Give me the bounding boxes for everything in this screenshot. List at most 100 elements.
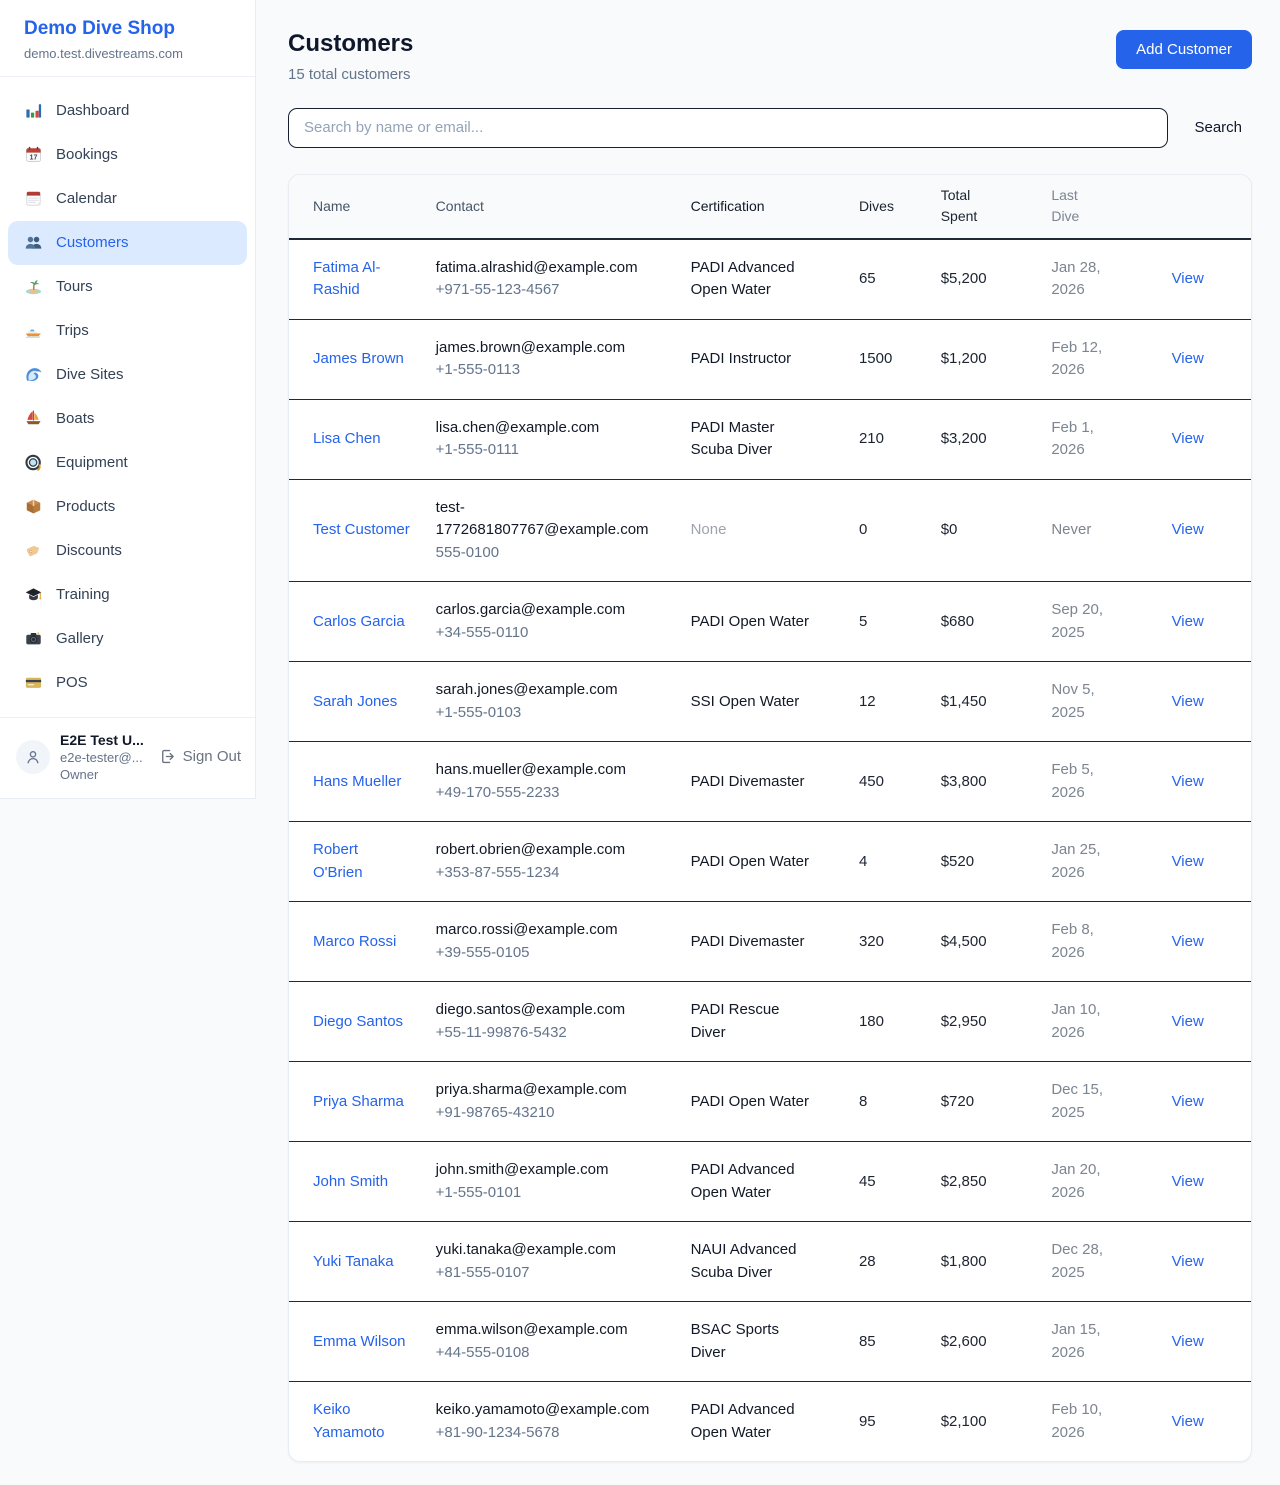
customer-total-spent: $3,800 [929,742,1040,822]
sidebar-item-products[interactable]: Products [8,485,247,529]
customer-last-dive: Feb 8, 2026 [1039,902,1159,982]
column-header-actions [1160,175,1251,239]
user-name: E2E Test U... [60,732,144,748]
sidebar-item-gallery[interactable]: Gallery [8,617,247,661]
customer-phone: +34-555-0110 [436,622,655,645]
sidebar-item-label: Dive Sites [56,366,124,383]
customer-email: diego.santos@example.com [436,999,655,1022]
sidebar-item-dashboard[interactable]: Dashboard [8,89,247,133]
column-header-name: Name [289,175,424,239]
customer-last-dive: Sep 20, 2025 [1039,582,1159,662]
sidebar-item-tours[interactable]: Tours [8,265,247,309]
customer-contact: james.brown@example.com+1-555-0113 [424,319,679,399]
view-customer-link[interactable]: View [1172,1333,1204,1350]
customer-certification: PADI Rescue Diver [679,982,847,1062]
view-customer-link[interactable]: View [1172,1253,1204,1270]
customer-phone: +49-170-555-2233 [436,782,655,805]
customer-contact: sarah.jones@example.com+1-555-0103 [424,662,679,742]
customer-name-link[interactable]: Lisa Chen [313,430,381,447]
sidebar-item-calendar[interactable]: Calendar [8,177,247,221]
grad-cap-icon [24,585,43,604]
add-customer-button[interactable]: Add Customer [1116,30,1252,69]
customer-dives: 45 [847,1142,929,1222]
customer-dives: 320 [847,902,929,982]
total-customers-count: 15 total customers [288,66,413,83]
customer-name-link[interactable]: Priya Sharma [313,1093,404,1110]
search-button[interactable]: Search [1168,111,1252,144]
customer-certification: None [679,479,847,582]
view-customer-link[interactable]: View [1172,1013,1204,1030]
view-customer-link[interactable]: View [1172,350,1204,367]
search-input[interactable] [288,108,1168,148]
customer-last-dive: Dec 28, 2025 [1039,1222,1159,1302]
credit-card-icon [24,673,43,692]
customer-name-link[interactable]: Hans Mueller [313,773,401,790]
customer-name-link[interactable]: James Brown [313,350,404,367]
customer-phone: +1-555-0101 [436,1182,655,1205]
table-row: Marco Rossi marco.rossi@example.com+39-55… [289,902,1251,982]
customer-name-link[interactable]: Carlos Garcia [313,613,405,630]
table-row: Keiko Yamamoto keiko.yamamoto@example.com… [289,1382,1251,1462]
sidebar-item-label: Gallery [56,630,104,647]
customer-last-dive: Dec 15, 2025 [1039,1062,1159,1142]
sidebar-item-bookings[interactable]: 17Bookings [8,133,247,177]
sidebar-item-dive-sites[interactable]: Dive Sites [8,353,247,397]
sailboat-icon [24,409,43,428]
sidebar-item-label: Discounts [56,542,122,559]
customer-contact: keiko.yamamoto@example.com+81-90-1234-56… [424,1382,679,1462]
view-customer-link[interactable]: View [1172,1093,1204,1110]
customer-name-link[interactable]: John Smith [313,1173,388,1190]
customer-name-link[interactable]: Sarah Jones [313,693,397,710]
view-customer-link[interactable]: View [1172,270,1204,287]
customer-total-spent: $1,200 [929,319,1040,399]
sidebar-item-pos[interactable]: POS [8,661,247,705]
sidebar-item-equipment[interactable]: Equipment [8,441,247,485]
table-row: Yuki Tanaka yuki.tanaka@example.com+81-55… [289,1222,1251,1302]
view-customer-link[interactable]: View [1172,613,1204,630]
customer-certification: PADI Advanced Open Water [679,1142,847,1222]
view-customer-link[interactable]: View [1172,693,1204,710]
sidebar-item-discounts[interactable]: Discounts [8,529,247,573]
customer-contact: marco.rossi@example.com+39-555-0105 [424,902,679,982]
people-icon [24,233,43,252]
sidebar-item-customers[interactable]: Customers [8,221,247,265]
sidebar-item-boats[interactable]: Boats [8,397,247,441]
view-customer-link[interactable]: View [1172,430,1204,447]
view-customer-link[interactable]: View [1172,853,1204,870]
customer-contact: priya.sharma@example.com+91-98765-43210 [424,1062,679,1142]
sidebar-item-training[interactable]: Training [8,573,247,617]
customer-email: keiko.yamamoto@example.com [436,1399,655,1422]
view-customer-link[interactable]: View [1172,773,1204,790]
view-customer-link[interactable]: View [1172,521,1204,538]
customer-email: yuki.tanaka@example.com [436,1239,655,1262]
sidebar-item-label: Bookings [56,146,118,163]
view-customer-link[interactable]: View [1172,1173,1204,1190]
customer-name-link[interactable]: Robert O'Brien [313,841,363,881]
customer-name-link[interactable]: Diego Santos [313,1013,403,1030]
speedboat-icon [24,321,43,340]
bar-chart-icon [24,101,43,120]
user-info: E2E Test U... e2e-tester@... Owner [60,732,144,782]
customer-name-link[interactable]: Yuki Tanaka [313,1253,394,1270]
customer-last-dive: Jan 20, 2026 [1039,1142,1159,1222]
customer-contact: carlos.garcia@example.com+34-555-0110 [424,582,679,662]
customer-last-dive: Feb 12, 2026 [1039,319,1159,399]
customers-table-body: Fatima Al-Rashidfatima.alrashid@example.… [289,239,1251,1462]
customer-dives: 1500 [847,319,929,399]
customer-dives: 85 [847,1302,929,1382]
customer-name-link[interactable]: Emma Wilson [313,1333,406,1350]
shop-domain: demo.test.divestreams.com [24,46,231,61]
view-customer-link[interactable]: View [1172,1413,1204,1430]
sign-out-button[interactable]: Sign Out [159,748,241,765]
customer-contact: yuki.tanaka@example.com+81-555-0107 [424,1222,679,1302]
customer-last-dive: Feb 1, 2026 [1039,399,1159,479]
customer-name-link[interactable]: Marco Rossi [313,933,396,950]
customer-last-dive: Feb 5, 2026 [1039,742,1159,822]
customer-contact: lisa.chen@example.com+1-555-0111 [424,399,679,479]
sidebar-item-trips[interactable]: Trips [8,309,247,353]
customer-name-link[interactable]: Keiko Yamamoto [313,1401,384,1441]
customer-name-link[interactable]: Test Customer [313,521,410,538]
customer-certification: PADI Advanced Open Water [679,239,847,320]
customer-name-link[interactable]: Fatima Al-Rashid [313,259,381,299]
view-customer-link[interactable]: View [1172,933,1204,950]
